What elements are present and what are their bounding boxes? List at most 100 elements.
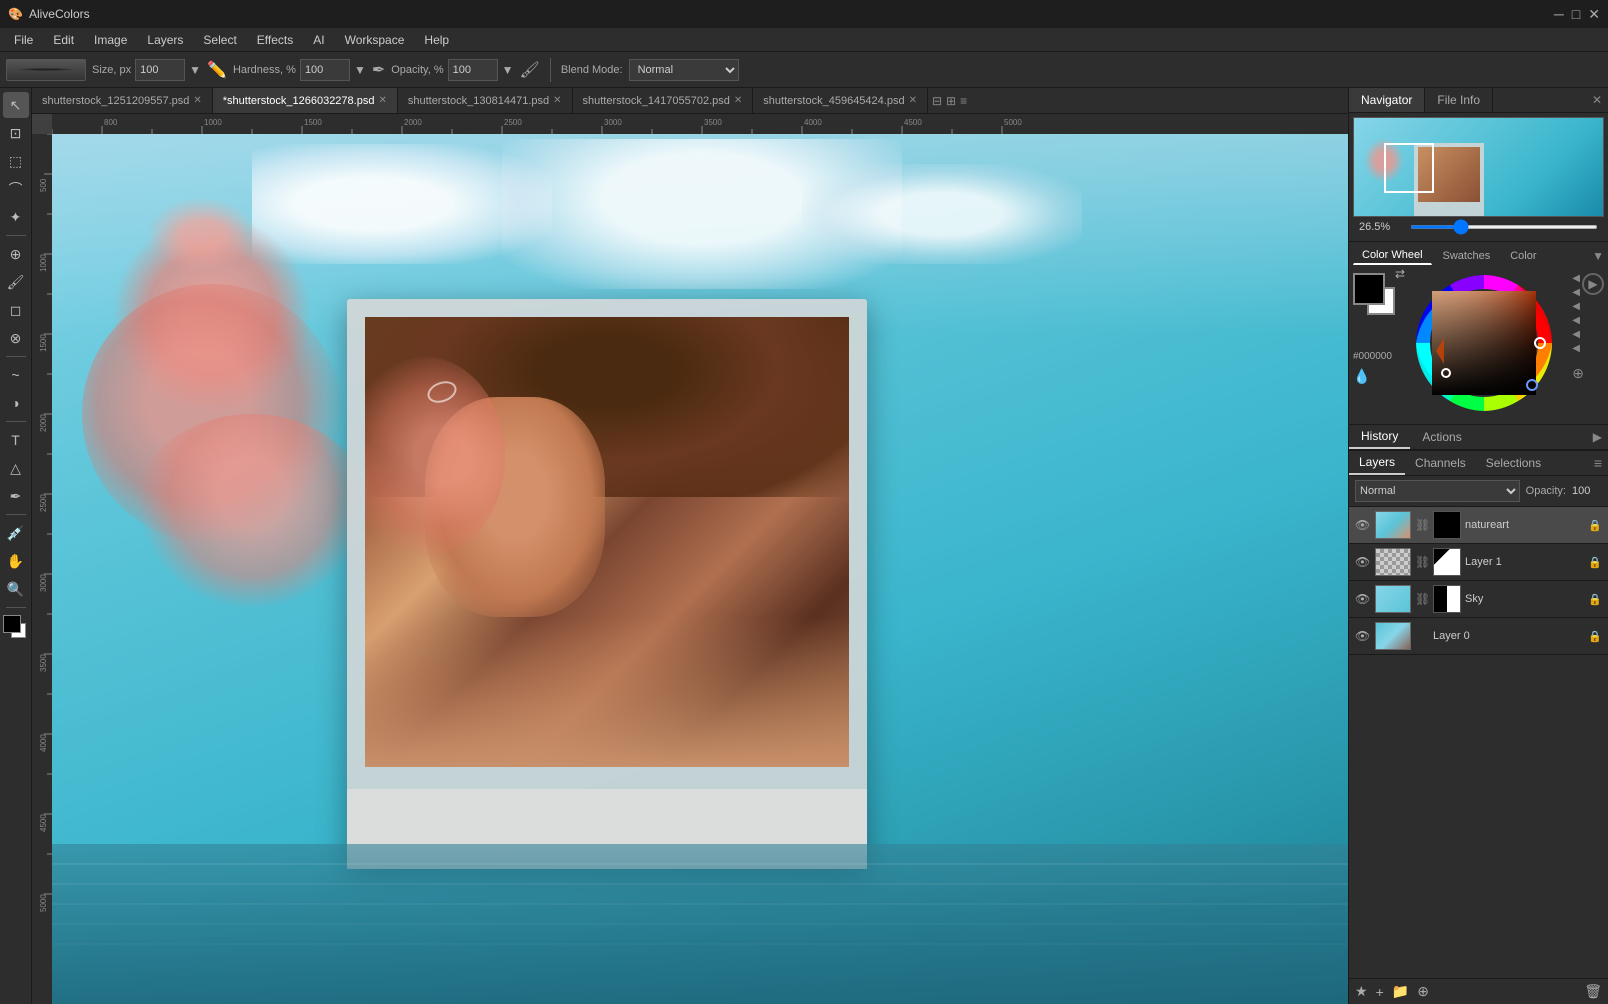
zoom-slider[interactable] [1410, 225, 1598, 229]
eyedropper-icon[interactable]: 💧 [1353, 368, 1408, 385]
tool-selection[interactable]: ⬚ [3, 148, 29, 174]
tool-brush[interactable]: 🖌 [3, 269, 29, 295]
canvas-wrapper[interactable]: 800 1000 1500 2000 2500 [32, 114, 1348, 1004]
tool-lasso[interactable]: ⌒ [3, 176, 29, 202]
minimize-button[interactable]: ─ [1554, 6, 1564, 23]
tool-eyedropper[interactable]: 💉 [3, 520, 29, 546]
add-style-icon[interactable]: ★ [1355, 983, 1368, 1000]
layer-lock-natureart[interactable]: 🔒 [1588, 519, 1602, 532]
tab-close-2[interactable]: ✕ [553, 95, 561, 106]
close-button[interactable]: ✕ [1588, 6, 1600, 23]
tab-1[interactable]: *shutterstock_1266032278.psd ✕ [213, 88, 398, 114]
tab-selections[interactable]: Selections [1476, 452, 1551, 474]
navigator-viewport-rect[interactable] [1384, 143, 1434, 193]
brush-type-icon[interactable]: ✏️ [207, 60, 227, 80]
wheel-arrow-3[interactable]: ◀ [1572, 301, 1584, 312]
tab-close-1[interactable]: ✕ [378, 95, 386, 106]
size-dropdown-icon[interactable]: ▼ [189, 63, 201, 77]
menu-workspace[interactable]: Workspace [335, 31, 415, 49]
tab-close-3[interactable]: ✕ [734, 95, 742, 106]
canvas-content[interactable] [52, 134, 1348, 1004]
color-wheel-svg[interactable] [1414, 273, 1554, 413]
foreground-swatch[interactable] [1353, 273, 1385, 305]
new-layer-icon[interactable]: + [1376, 984, 1384, 1000]
fg-color-box[interactable] [3, 615, 21, 633]
wheel-arrow-4[interactable]: ◀ [1572, 315, 1584, 326]
tool-hand[interactable]: ✋ [3, 548, 29, 574]
delete-layer-icon[interactable]: 🗑 [1584, 983, 1602, 1000]
swap-colors-icon[interactable]: ⇄ [1395, 267, 1405, 281]
tab-close-4[interactable]: ✕ [909, 95, 917, 106]
tab-channels[interactable]: Channels [1405, 452, 1476, 474]
layer-vis-natureart[interactable]: 👁 [1355, 518, 1371, 532]
tab-grid-icon[interactable]: ⊞ [946, 94, 956, 108]
layer-row-natureart[interactable]: 👁 ⛓ natureart 🔒 [1349, 507, 1608, 544]
tool-clone[interactable]: ⊗ [3, 325, 29, 351]
hardness-dropdown-icon[interactable]: ▼ [354, 63, 366, 77]
menu-effects[interactable]: Effects [247, 31, 303, 49]
tool-zoom[interactable]: 🔍 [3, 576, 29, 602]
tab-3[interactable]: shutterstock_1417055702.psd ✕ [573, 88, 754, 114]
blend-mode-toolbar[interactable]: Normal Multiply Screen Overlay [629, 59, 739, 81]
opacity-input[interactable] [448, 59, 498, 81]
tab-history[interactable]: History [1349, 425, 1410, 449]
tab-menu-icon[interactable]: ≡ [960, 94, 967, 108]
tab-list-icon[interactable]: ⊟ [932, 94, 942, 108]
tool-shape[interactable]: △ [3, 455, 29, 481]
tool-move[interactable]: ↖ [3, 92, 29, 118]
layer-vis-layer1[interactable]: 👁 [1355, 555, 1371, 569]
panel-close-icon[interactable]: ✕ [1586, 93, 1608, 107]
menu-help[interactable]: Help [414, 31, 459, 49]
tool-dodge[interactable]: ◑ [3, 390, 29, 416]
zoom-value[interactable]: 26.5% [1359, 221, 1404, 233]
menu-layers[interactable]: Layers [137, 31, 193, 49]
saturation-box[interactable] [1432, 291, 1536, 395]
new-group-icon[interactable]: 📁 [1392, 983, 1409, 1000]
tool-magic-wand[interactable]: ✦ [3, 204, 29, 230]
menu-image[interactable]: Image [84, 31, 137, 49]
tool-smudge[interactable]: ~ [3, 362, 29, 388]
layer-row-sky[interactable]: 👁 ⛓ Sky 🔒 [1349, 581, 1608, 618]
tool-healing[interactable]: ⊕ [3, 241, 29, 267]
opacity-dropdown-icon[interactable]: ▼ [502, 63, 514, 77]
tool-crop[interactable]: ⊡ [3, 120, 29, 146]
maximize-button[interactable]: □ [1572, 6, 1580, 23]
tab-4[interactable]: shutterstock_459645424.psd ✕ [753, 88, 928, 114]
tab-2[interactable]: shutterstock_130814471.psd ✕ [398, 88, 573, 114]
tool-text[interactable]: T [3, 427, 29, 453]
wheel-arrow-1[interactable]: ◀ [1572, 273, 1584, 284]
wheel-arrow-5[interactable]: ◀ [1572, 329, 1584, 340]
merge-icon[interactable]: ⊕ [1417, 983, 1429, 1000]
tab-fileinfo[interactable]: File Info [1425, 88, 1493, 112]
menu-file[interactable]: File [4, 31, 43, 49]
tab-0[interactable]: shutterstock_1251209557.psd ✕ [32, 88, 213, 114]
tool-pen[interactable]: ✒ [3, 483, 29, 509]
wheel-arrow-6[interactable]: ◀ [1572, 343, 1584, 354]
history-menu-icon[interactable]: ▶ [1587, 430, 1608, 444]
airbrush-icon[interactable]: ✒ [372, 60, 385, 80]
tab-actions[interactable]: Actions [1410, 426, 1473, 448]
layer-lock-sky[interactable]: 🔒 [1588, 593, 1602, 606]
tab-close-0[interactable]: ✕ [193, 95, 201, 106]
color-panel-menu[interactable]: ▼ [1592, 249, 1604, 263]
menu-edit[interactable]: Edit [43, 31, 84, 49]
play-button[interactable]: ▶ [1582, 273, 1604, 295]
tab-swatches[interactable]: Swatches [1434, 247, 1500, 265]
tab-color[interactable]: Color [1501, 247, 1545, 265]
wheel-arrow-2[interactable]: ◀ [1572, 287, 1584, 298]
color-replace-icon[interactable]: 🖌 [520, 60, 540, 80]
tab-navigator[interactable]: Navigator [1349, 88, 1425, 112]
layer-row-layer0[interactable]: 👁 Layer 0 🔒 [1349, 618, 1608, 655]
layer-blend-mode[interactable]: Normal Multiply Screen [1355, 480, 1520, 502]
menu-ai[interactable]: AI [303, 31, 334, 49]
size-input[interactable] [135, 59, 185, 81]
tab-color-wheel[interactable]: Color Wheel [1353, 246, 1432, 265]
layers-menu-icon[interactable]: ≡ [1588, 455, 1608, 471]
layer-row-layer1[interactable]: 👁 ⛓ Layer 1 🔒 [1349, 544, 1608, 581]
tool-eraser[interactable]: ◻ [3, 297, 29, 323]
hardness-input[interactable] [300, 59, 350, 81]
layer-lock-layer0[interactable]: 🔒 [1588, 630, 1602, 643]
menu-select[interactable]: Select [193, 31, 246, 49]
tab-layers[interactable]: Layers [1349, 451, 1405, 475]
layer-vis-sky[interactable]: 👁 [1355, 592, 1371, 606]
